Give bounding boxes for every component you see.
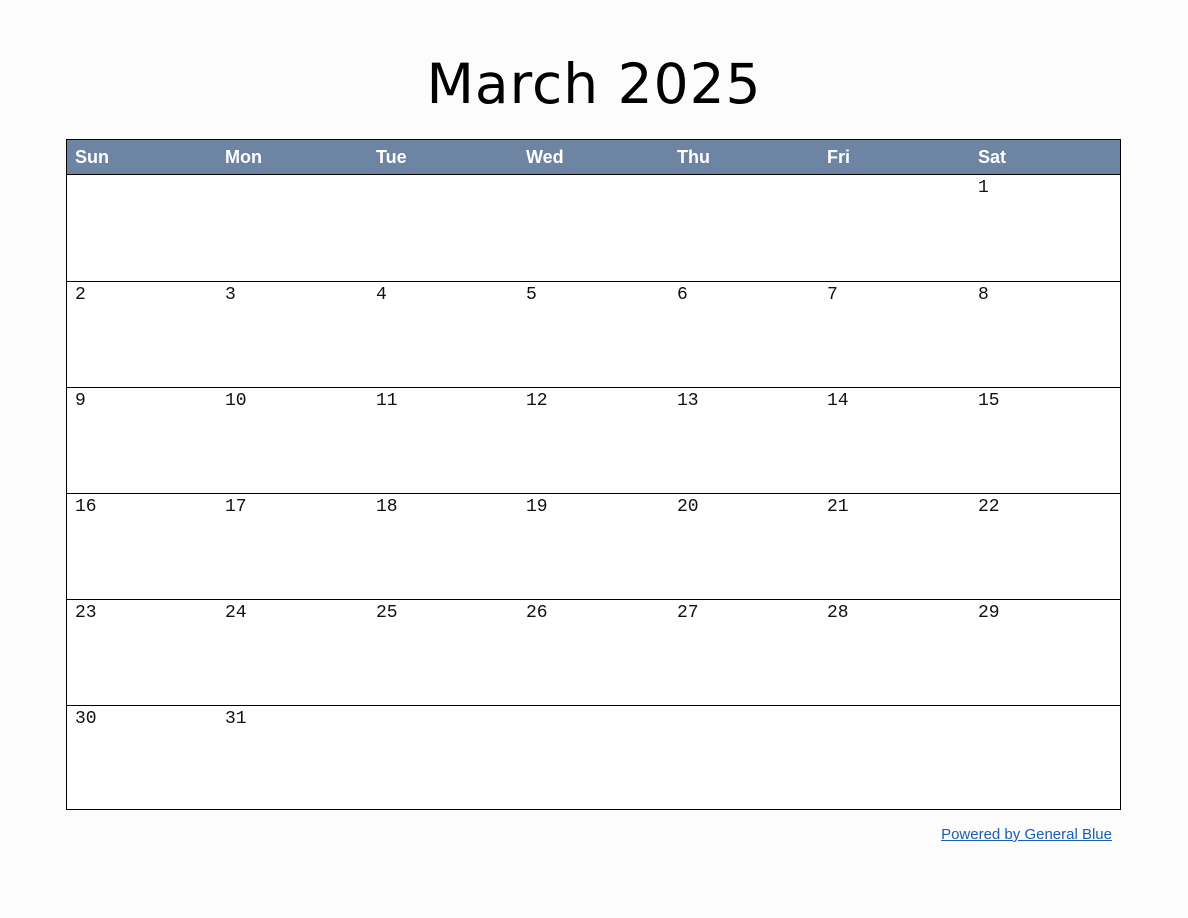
day-cell: 16: [67, 493, 217, 599]
day-cell: 27: [669, 599, 819, 705]
day-cell: 11: [368, 387, 518, 493]
weekday-tue: Tue: [376, 147, 407, 167]
day-cell: [67, 175, 217, 281]
day-cell: [217, 175, 368, 281]
day-cell: [518, 175, 669, 281]
weekday-sat: Sat: [978, 147, 1007, 167]
weekday-wed: Wed: [526, 147, 564, 167]
day-cell: 4: [368, 281, 518, 387]
day-cell: [970, 705, 1120, 811]
day-cell: 14: [819, 387, 970, 493]
day-cell: 17: [217, 493, 368, 599]
day-cell: 13: [669, 387, 819, 493]
day-cell: [669, 175, 819, 281]
day-cell: 31: [217, 705, 368, 811]
day-cell: 28: [819, 599, 970, 705]
day-cell: 10: [217, 387, 368, 493]
day-cell: 29: [970, 599, 1120, 705]
day-cell: 23: [67, 599, 217, 705]
day-cell: 1: [978, 178, 989, 198]
day-cell: 21: [819, 493, 970, 599]
day-cell: 6: [669, 281, 819, 387]
day-cell: 25: [368, 599, 518, 705]
day-cell: 7: [819, 281, 970, 387]
day-cell: 30: [67, 705, 217, 811]
calendar-title: March 2025: [426, 52, 762, 116]
powered-by-link[interactable]: Powered by General Blue: [941, 826, 1112, 843]
day-cell: 12: [518, 387, 669, 493]
day-cell: 18: [368, 493, 518, 599]
weekday-header: Sun Mon Tue Wed Thu Fri Sat: [67, 140, 1120, 175]
day-cell: 19: [518, 493, 669, 599]
day-cell: 9: [67, 387, 217, 493]
day-cell: [518, 705, 669, 811]
day-cell: 2: [67, 281, 217, 387]
weekday-mon: Mon: [225, 147, 262, 167]
day-cell: 3: [217, 281, 368, 387]
days-grid: 1 2 3 4 5 6 7 8 9 10 11 12 13 14 15 16 17 18 19 20 21 22 23 24 2…: [67, 175, 1120, 811]
day-cell: 22: [970, 493, 1120, 599]
day-cell: [669, 705, 819, 811]
calendar-grid: Sun Mon Tue Wed Thu Fri Sat 1 2 3 4 5 6 7 8 9 10 1…: [66, 139, 1121, 810]
day-cell: 5: [518, 281, 669, 387]
day-cell: [368, 705, 518, 811]
day-cell: 8: [970, 281, 1120, 387]
day-cell: [819, 705, 970, 811]
weekday-thu: Thu: [677, 147, 710, 167]
weekday-sun: Sun: [75, 147, 109, 167]
day-cell: 15: [970, 387, 1120, 493]
weekday-fri: Fri: [827, 147, 851, 167]
day-cell: 26: [518, 599, 669, 705]
day-cell: 24: [217, 599, 368, 705]
day-cell: [819, 175, 970, 281]
day-cell: 20: [669, 493, 819, 599]
day-cell: [368, 175, 518, 281]
